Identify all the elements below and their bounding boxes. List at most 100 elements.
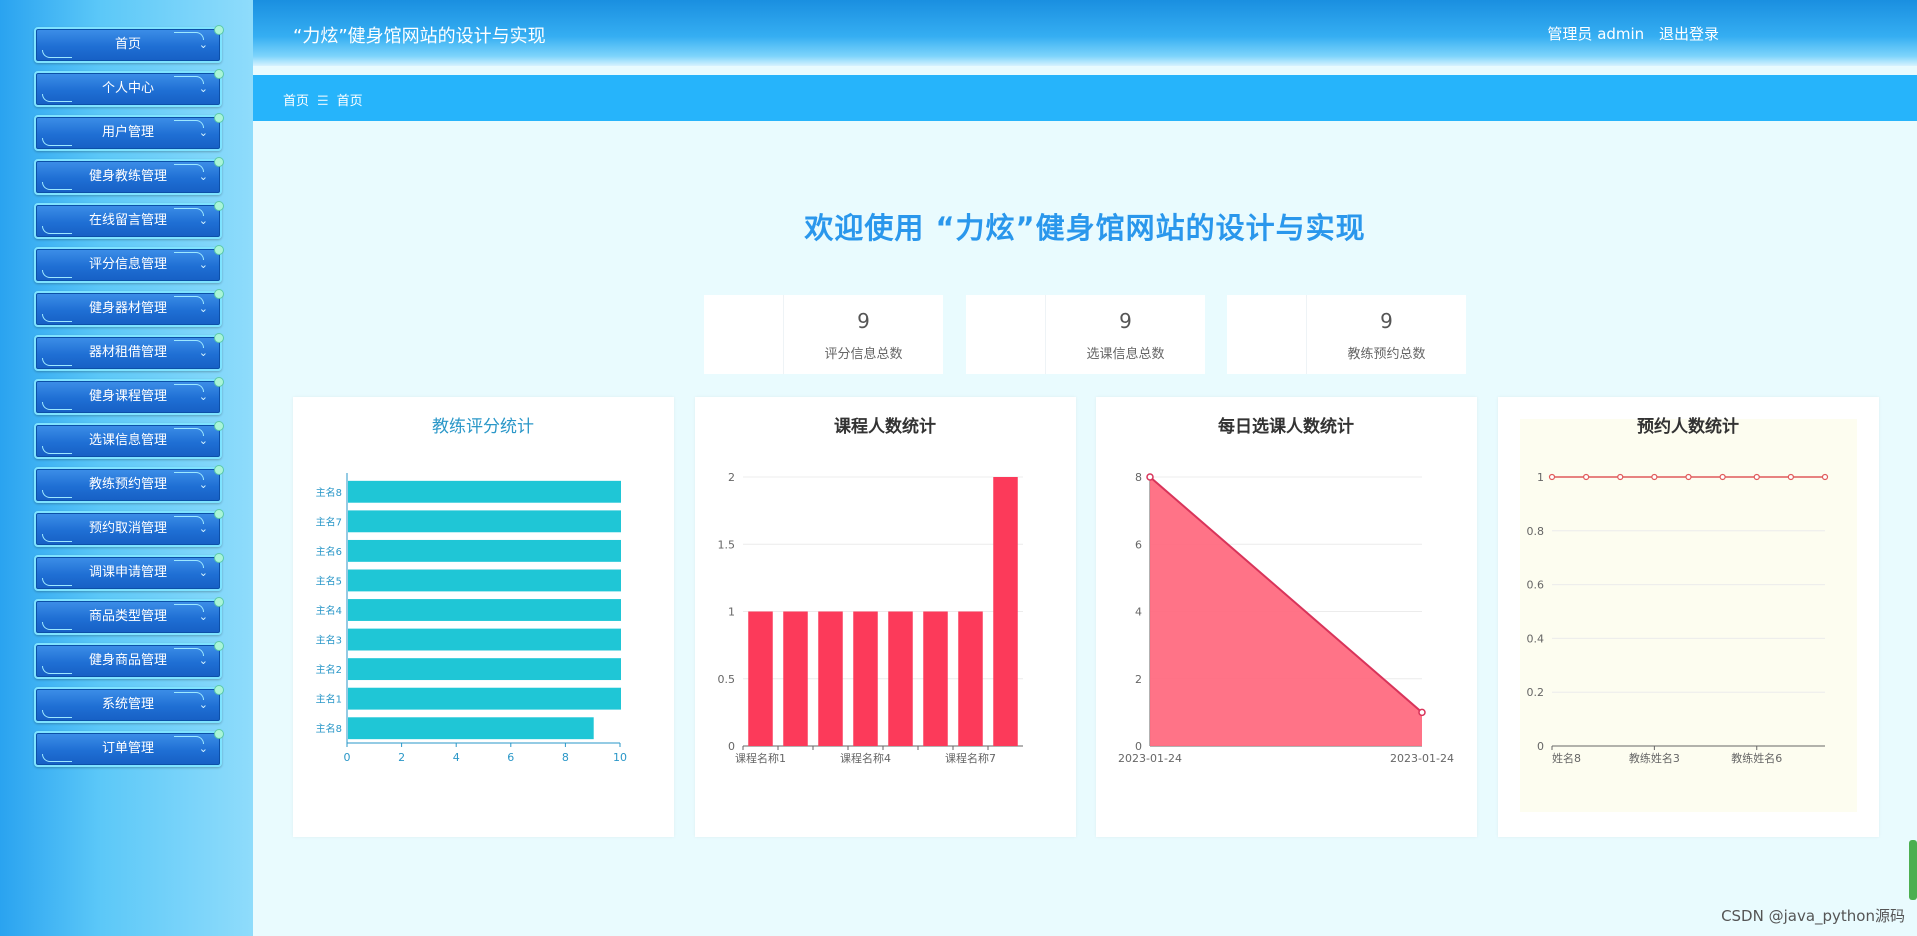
bar: [958, 611, 983, 746]
chevron-down-icon: ⌄: [198, 346, 208, 359]
sidebar-item[interactable]: 健身器材管理 ⌄: [34, 289, 224, 327]
admin-user-label[interactable]: 管理员 admin: [1547, 25, 1644, 43]
chevron-down-icon: ⌄: [198, 82, 208, 95]
status-dot-icon: [214, 377, 224, 387]
sidebar-item-label: 器材租借管理: [88, 345, 167, 360]
breadcrumb: 首页 ☰ 首页: [283, 90, 363, 109]
y-tick-label: 1.5: [718, 538, 736, 551]
sidebar-item-label: 商品类型管理: [88, 609, 167, 624]
stat-card-booking: 9 教练预约总数: [1227, 295, 1466, 374]
y-tick-label: 主名1: [316, 693, 342, 706]
chart-title: 每日选课人数统计: [1218, 416, 1354, 437]
data-point: [1583, 473, 1590, 481]
ornament-icon: [42, 226, 72, 234]
y-tick-label: 0.4: [1527, 632, 1545, 645]
data-point: [1787, 473, 1794, 481]
chevron-down-icon: ⌄: [198, 302, 208, 315]
sidebar-item[interactable]: 在线留言管理 ⌄: [34, 201, 224, 239]
bar: [348, 569, 621, 592]
bar: [853, 611, 878, 746]
y-tick-label: 主名2: [316, 663, 342, 676]
y-tick-label: 2: [728, 471, 735, 484]
breadcrumb-bar: 首页 ☰ 首页: [253, 75, 1917, 121]
status-dot-icon: [214, 69, 224, 79]
ornament-icon: [42, 446, 72, 454]
bar: [348, 658, 621, 681]
ornament-icon: [42, 182, 72, 190]
data-point: [1821, 473, 1829, 481]
x-tick-label: 教练姓名6: [1731, 751, 1782, 765]
sidebar: 首页 ⌄ 个人中心 ⌄ 用户管理 ⌄ 健身教练管理 ⌄ 在线留言管理 ⌄ 评分信息管理 ⌄ 健身器材管理…: [0, 0, 253, 936]
sidebar-item[interactable]: 调课申请管理 ⌄: [34, 553, 224, 591]
chevron-down-icon: ⌄: [198, 126, 208, 139]
status-dot-icon: [214, 289, 224, 299]
sidebar-item[interactable]: 健身商品管理 ⌄: [34, 641, 224, 679]
x-tick-label: 10: [613, 751, 627, 764]
bar: [783, 611, 808, 746]
sidebar-item-label: 健身器材管理: [88, 301, 167, 316]
sidebar-item[interactable]: 健身课程管理 ⌄: [34, 377, 224, 415]
sidebar-item[interactable]: 系统管理 ⌄: [34, 685, 224, 723]
status-dot-icon: [214, 509, 224, 519]
y-tick-label: 1: [1537, 471, 1544, 484]
bar: [993, 477, 1018, 746]
x-tick-label: 0: [344, 751, 351, 764]
sidebar-item[interactable]: 预约取消管理 ⌄: [34, 509, 224, 547]
sidebar-item[interactable]: 商品类型管理 ⌄: [34, 597, 224, 635]
y-tick-label: 主名7: [316, 515, 342, 528]
y-tick-label: 0.6: [1527, 579, 1545, 592]
y-tick-label: 0.5: [718, 673, 736, 686]
sidebar-item[interactable]: 器材租借管理 ⌄: [34, 333, 224, 371]
chevron-down-icon: ⌄: [198, 742, 208, 755]
sidebar-item[interactable]: 订单管理 ⌄: [34, 729, 224, 767]
chevron-down-icon: ⌄: [198, 478, 208, 491]
chevron-down-icon: ⌄: [198, 698, 208, 711]
sidebar-item[interactable]: 个人中心 ⌄: [34, 69, 224, 107]
booking-count-chart: 预约人数统计 0 0.2 0.4 0.6 0.8 1 姓名8 教练姓名3 教练姓名6: [1520, 416, 1857, 812]
x-tick-label: 课程名称4: [840, 751, 891, 765]
chevron-down-icon: ⌄: [198, 610, 208, 623]
sidebar-item[interactable]: 教练预约管理 ⌄: [34, 465, 224, 503]
stat-icon: [966, 295, 1046, 374]
data-point: [1418, 708, 1426, 717]
chevron-down-icon: ⌄: [198, 566, 208, 579]
chart-coach-rating: 教练评分统计 0 2 4 6 8 10 主名8 主名1 主名2 主名3 主名4 主名5 主名6 主名7 主名8: [293, 397, 674, 837]
stat-label: 评分信息总数: [824, 347, 903, 362]
y-tick-label: 主名8: [316, 722, 342, 735]
y-tick-label: 0: [728, 740, 735, 753]
status-dot-icon: [214, 465, 224, 475]
ornament-icon: [42, 270, 72, 278]
status-dot-icon: [214, 201, 224, 211]
sidebar-item[interactable]: 健身教练管理 ⌄: [34, 157, 224, 195]
sidebar-item[interactable]: 评分信息管理 ⌄: [34, 245, 224, 283]
sidebar-item-label: 用户管理: [101, 125, 154, 140]
y-tick-label: 0.2: [1527, 686, 1545, 699]
x-tick-label: 教练姓名3: [1629, 751, 1680, 765]
y-tick-label: 0: [1537, 740, 1544, 753]
scrollbar-thumb[interactable]: [1909, 840, 1917, 900]
ornament-icon: [42, 358, 72, 366]
logout-link[interactable]: 退出登录: [1659, 25, 1719, 43]
y-tick-label: 8: [1135, 471, 1142, 484]
chevron-down-icon: ⌄: [198, 654, 208, 667]
sidebar-item-label: 首页: [114, 37, 141, 52]
data-point: [1651, 473, 1658, 481]
y-tick-label: 2: [1135, 673, 1142, 686]
sidebar-item[interactable]: 选课信息管理 ⌄: [34, 421, 224, 459]
y-tick-label: 主名3: [316, 634, 342, 647]
breadcrumb-home[interactable]: 首页: [283, 94, 309, 109]
chevron-down-icon: ⌄: [198, 522, 208, 535]
x-tick-label: 2: [398, 751, 405, 764]
data-point: [1685, 473, 1692, 481]
ornament-icon: [42, 490, 72, 498]
data-point: [1719, 473, 1726, 481]
chart-title: 预约人数统计: [1637, 416, 1739, 437]
status-dot-icon: [214, 245, 224, 255]
sidebar-item[interactable]: 用户管理 ⌄: [34, 113, 224, 151]
ornament-icon: [42, 402, 72, 410]
y-tick-label: 0.8: [1527, 525, 1545, 538]
status-dot-icon: [214, 729, 224, 739]
x-tick-label: 4: [453, 751, 460, 764]
sidebar-item[interactable]: 首页 ⌄: [34, 25, 224, 63]
daily-enrollment-chart: 每日选课人数统计024682023-01-24 2023-01-24: [1118, 416, 1454, 765]
